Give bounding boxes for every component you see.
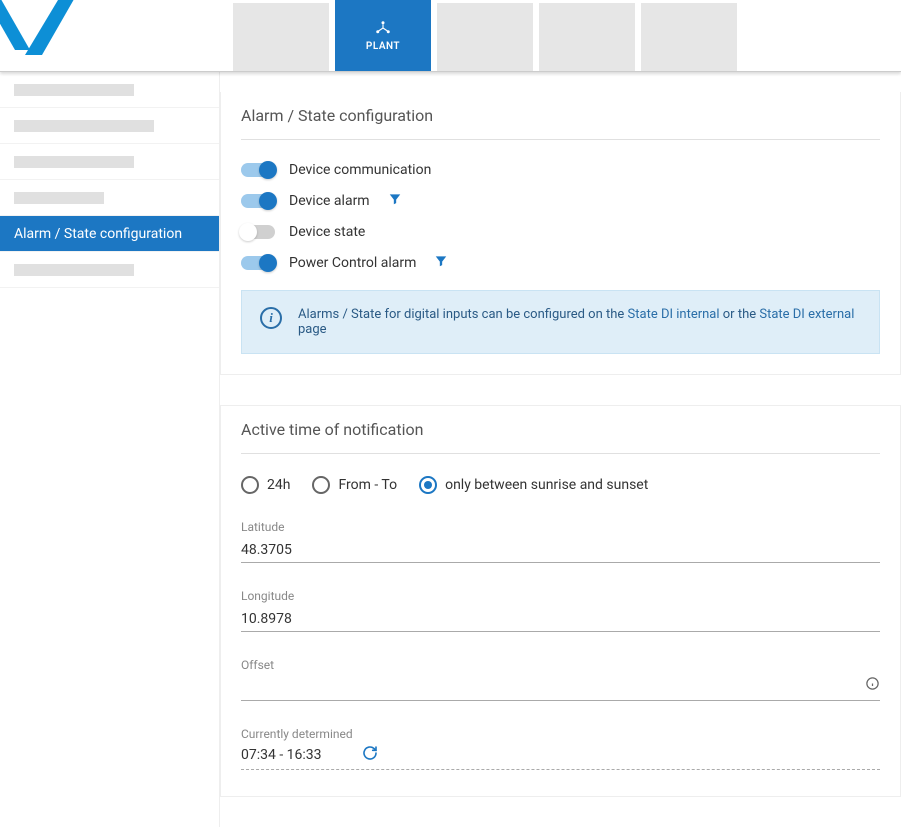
radio-24h[interactable]: 24h [241, 476, 290, 494]
offset-field: Offset [241, 658, 880, 701]
sidebar-item[interactable] [0, 72, 219, 108]
sidebar-item[interactable] [0, 180, 219, 216]
info-box: i Alarms / State for digital inputs can … [241, 290, 880, 354]
radio-label: 24h [267, 477, 290, 493]
placeholder [14, 192, 104, 204]
currently-determined-field: Currently determined 07:34 - 16:33 [241, 727, 880, 770]
radio-from-to[interactable]: From - To [312, 476, 397, 494]
toggle-power-control-alarm[interactable] [241, 256, 275, 270]
placeholder [14, 264, 134, 276]
section-title: Active time of notification [241, 406, 880, 454]
header-tabs: PLANT [230, 0, 740, 71]
toggle-label: Device communication [289, 162, 431, 178]
section-title: Alarm / State configuration [241, 92, 880, 140]
radio-icon [312, 476, 330, 494]
toggle-label: Power Control alarm [289, 255, 416, 271]
radio-sunrise-sunset[interactable]: only between sunrise and sunset [419, 476, 648, 494]
placeholder [14, 120, 154, 132]
tab-placeholder-3[interactable] [539, 3, 635, 71]
logo [0, 0, 80, 72]
main-content: Alarm / State configuration Device commu… [220, 72, 901, 827]
sidebar-item[interactable] [0, 252, 219, 288]
info-text: Alarms / State for digital inputs can be… [298, 307, 861, 337]
alarm-state-section: Alarm / State configuration Device commu… [220, 92, 901, 375]
toggle-device-alarm-row: Device alarm [241, 192, 880, 210]
toggle-label: Device alarm [289, 193, 370, 209]
longitude-input[interactable] [241, 607, 880, 632]
toggle-power-control-alarm-row: Power Control alarm [241, 254, 880, 272]
field-label: Latitude [241, 520, 880, 534]
toggle-device-state[interactable] [241, 225, 275, 239]
toggle-device-state-row: Device state [241, 224, 880, 240]
radio-label: From - To [338, 477, 397, 493]
filter-icon[interactable] [434, 254, 448, 272]
tab-placeholder-4[interactable] [641, 3, 737, 71]
placeholder [14, 156, 134, 168]
plant-icon [374, 19, 392, 37]
active-time-section: Active time of notification 24h From - T… [220, 405, 901, 797]
longitude-field: Longitude [241, 589, 880, 632]
filter-icon[interactable] [388, 192, 402, 210]
info-icon: i [260, 307, 282, 329]
sidebar-item[interactable] [0, 108, 219, 144]
link-state-di-external[interactable]: State DI external [759, 307, 854, 322]
toggle-device-communication[interactable] [241, 163, 275, 177]
sidebar-item-label: Alarm / State configuration [14, 226, 182, 242]
tab-placeholder-2[interactable] [437, 3, 533, 71]
tab-plant[interactable]: PLANT [335, 0, 431, 71]
latitude-input[interactable] [241, 538, 880, 563]
radio-icon [419, 476, 437, 494]
field-label: Currently determined [241, 727, 880, 741]
sidebar-item[interactable] [0, 144, 219, 180]
radio-icon [241, 476, 259, 494]
offset-input[interactable] [241, 676, 880, 701]
field-label: Longitude [241, 589, 880, 603]
toggle-device-communication-row: Device communication [241, 162, 880, 178]
sidebar-item-alarm-state[interactable]: Alarm / State configuration [0, 216, 219, 252]
toggle-device-alarm[interactable] [241, 194, 275, 208]
info-icon[interactable] [865, 676, 880, 695]
link-state-di-internal[interactable]: State DI internal [628, 307, 720, 322]
determined-value: 07:34 - 16:33 [241, 747, 322, 763]
app-header: PLANT [0, 0, 901, 72]
sidebar: Alarm / State configuration [0, 72, 220, 827]
placeholder [14, 84, 134, 96]
time-mode-radio-group: 24h From - To only between sunrise and s… [241, 476, 880, 494]
refresh-icon[interactable] [362, 745, 378, 765]
tab-plant-label: PLANT [366, 41, 400, 52]
tab-placeholder-1[interactable] [233, 3, 329, 71]
field-label: Offset [241, 658, 880, 672]
toggle-label: Device state [289, 224, 365, 240]
radio-label: only between sunrise and sunset [445, 477, 648, 493]
latitude-field: Latitude [241, 520, 880, 563]
